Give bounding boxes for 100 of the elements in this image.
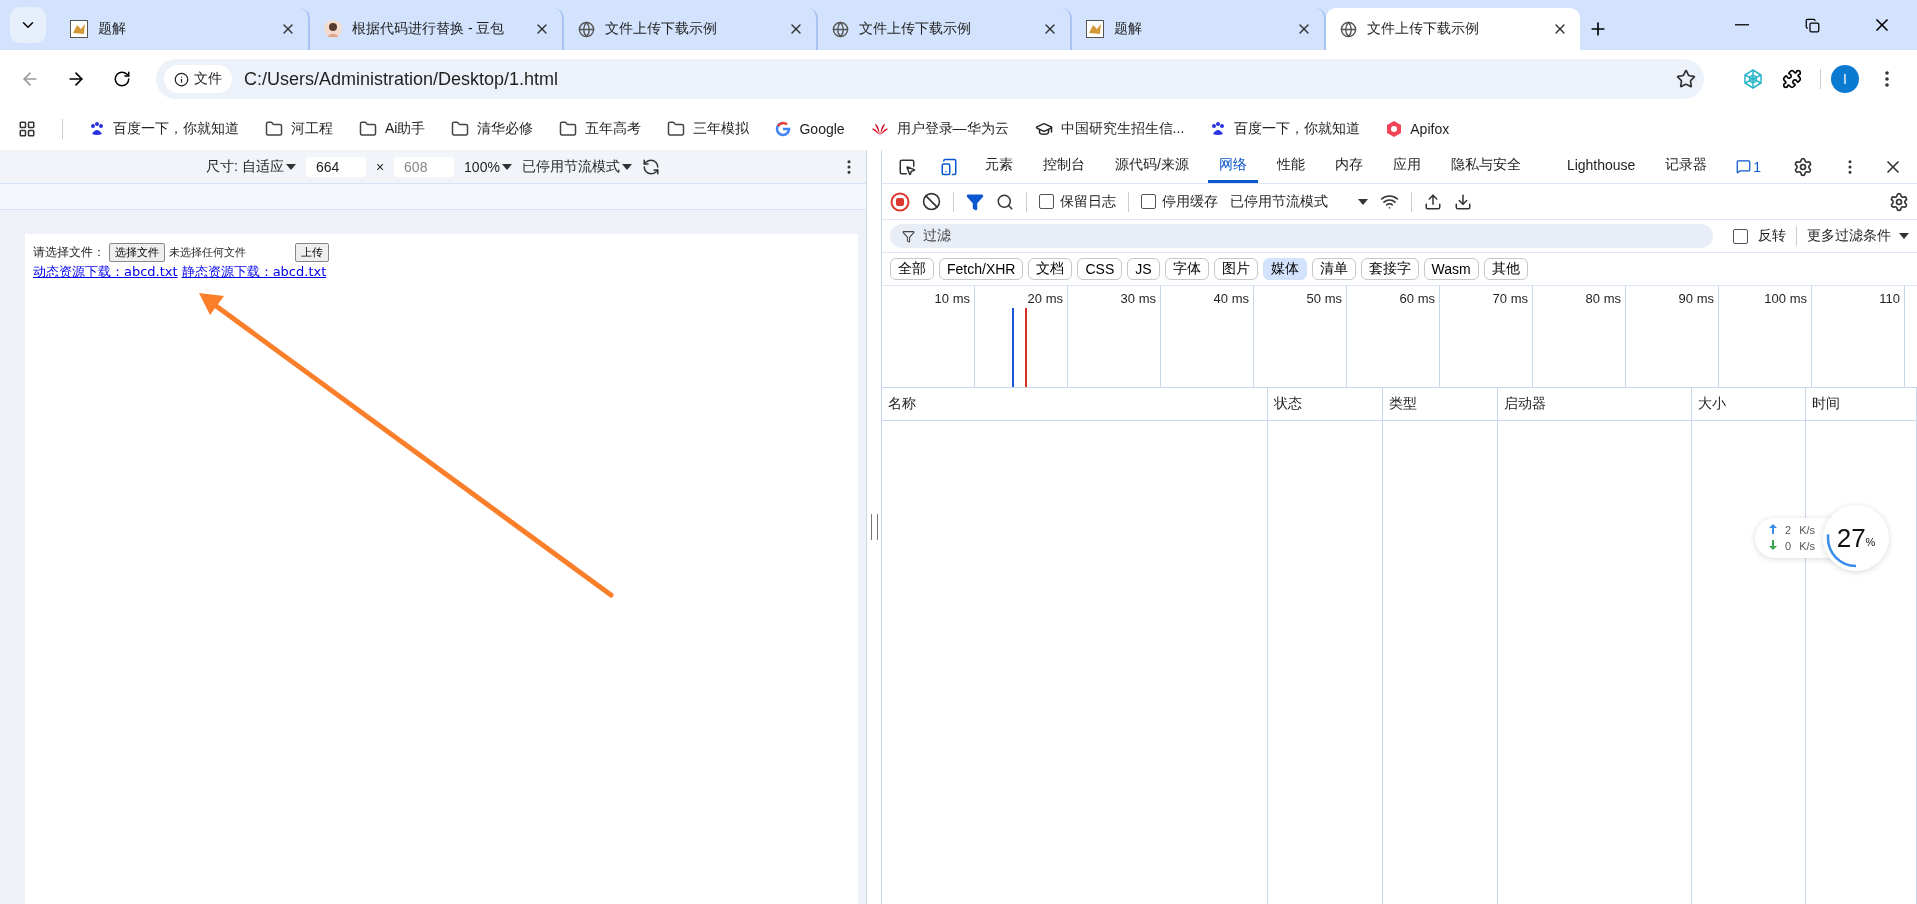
type-filter-chip[interactable]: Wasm <box>1423 258 1479 280</box>
device-toggle-icon[interactable] <box>940 157 958 176</box>
browser-tab[interactable]: 文件上传下载示例 <box>1326 8 1580 50</box>
column-header[interactable]: 状态 <box>1268 388 1383 421</box>
down-arrow-icon <box>1769 540 1777 550</box>
bookmark[interactable]: 百度一下，你就知道 <box>89 120 239 138</box>
column-header[interactable]: 名称 <box>882 388 1268 421</box>
panel-tab[interactable]: 隐私与安全 <box>1439 150 1532 183</box>
profile-avatar[interactable]: I <box>1831 65 1859 93</box>
upload-button[interactable]: 上传 <box>295 242 329 262</box>
puzzle-icon <box>1782 69 1802 89</box>
bookmark[interactable]: 三年模拟 <box>667 120 750 138</box>
tick-label: 20 ms <box>1027 291 1063 306</box>
issues-button[interactable]: 1 <box>1736 158 1761 175</box>
more-filters-dropdown[interactable]: 更多过滤条件 <box>1807 227 1909 245</box>
apps-grid-icon[interactable] <box>18 120 36 138</box>
type-filter-chip[interactable]: CSS <box>1077 258 1123 280</box>
clear-icon[interactable] <box>922 192 941 211</box>
type-filter-chip[interactable]: 图片 <box>1213 258 1258 280</box>
globe-icon <box>1340 20 1357 38</box>
filter-field[interactable]: 过滤 <box>890 224 1713 248</box>
paw-icon <box>1210 121 1227 137</box>
bookmark[interactable]: Ai助手 <box>359 120 426 138</box>
restore-icon <box>1804 17 1820 33</box>
download-link[interactable]: 静态资源下载：abcd.txt <box>181 263 327 281</box>
browser-tab[interactable]: 文件上传下载示例 <box>564 8 818 50</box>
panel-tab[interactable]: 控制台 <box>1032 150 1096 183</box>
speed-unit: K/s <box>1799 540 1816 552</box>
panel-tab[interactable]: 元素 <box>974 150 1024 183</box>
type-filter-chip[interactable]: Fetch/XHR <box>939 258 1024 280</box>
tick-label: 40 ms <box>1213 291 1249 306</box>
column-header[interactable]: 时间 <box>1806 388 1917 421</box>
folder-icon <box>451 120 470 138</box>
settings-icon[interactable] <box>1889 191 1909 212</box>
globe-icon <box>578 20 595 38</box>
type-filter-chip[interactable]: 全部 <box>890 258 934 280</box>
throttle-dropdown[interactable]: 已停用节流模式 <box>521 157 632 176</box>
type-filter-chip[interactable]: 套接字 <box>1360 258 1419 280</box>
panel-tab[interactable]: 应用 <box>1381 150 1432 183</box>
type-filter-chip[interactable]: 媒体 <box>1262 258 1307 280</box>
settings-icon[interactable] <box>1793 156 1813 177</box>
upload-icon[interactable] <box>1424 192 1442 211</box>
tick-label: 70 ms <box>1492 291 1528 306</box>
bookmark[interactable]: Apifox <box>1386 121 1450 137</box>
type-filter-chip[interactable]: 其他 <box>1483 258 1528 280</box>
choose-file-button[interactable]: 选择文件 <box>109 242 165 262</box>
inspect-icon[interactable] <box>898 157 916 176</box>
type-filter-chip[interactable]: 字体 <box>1164 258 1209 280</box>
star-icon[interactable] <box>1676 69 1696 89</box>
resize-handle[interactable] <box>866 150 881 904</box>
bookmark[interactable]: 五年高考 <box>559 120 642 138</box>
browser-tab[interactable]: 文件上传下载示例 <box>818 8 1072 50</box>
checkbox[interactable] <box>1039 194 1054 209</box>
type-filter-chip[interactable]: JS <box>1127 258 1160 280</box>
menu-icon <box>1885 71 1889 87</box>
filter-icon[interactable] <box>966 192 984 211</box>
bookmark[interactable]: 百度一下，你就知道 <box>1210 120 1361 138</box>
stop-recording-icon[interactable] <box>890 191 910 212</box>
bookmark[interactable]: 河工程 <box>265 120 333 138</box>
no-file-text: 未选择任何文件 <box>169 244 247 260</box>
reload-icon <box>113 70 131 88</box>
checkbox-label: 停用缓存 <box>1162 192 1218 211</box>
download-icon[interactable] <box>1454 192 1472 211</box>
browser-tab[interactable]: 题解 <box>56 8 310 50</box>
checkbox[interactable] <box>1733 228 1748 244</box>
column-header[interactable]: 大小 <box>1692 388 1806 421</box>
search-icon[interactable] <box>996 192 1014 211</box>
panel-tab[interactable]: 性能 <box>1265 150 1316 183</box>
size-dropdown[interactable]: 尺寸: 自适应 <box>206 157 296 176</box>
panel-tab[interactable]: 记录器 <box>1654 150 1719 183</box>
checkbox[interactable] <box>1141 194 1156 209</box>
checkbox-label: 保留日志 <box>1060 192 1116 211</box>
height-field[interactable]: 608 <box>394 156 455 177</box>
panel-tab[interactable]: 网络 <box>1207 150 1258 183</box>
filter-placeholder: 过滤 <box>923 227 951 245</box>
type-filter-chip[interactable]: 清单 <box>1311 258 1356 280</box>
bookmark[interactable]: Google <box>775 121 845 137</box>
address-bar[interactable]: 文件 C:/Users/Administration/Desktop/1.html <box>156 59 1704 99</box>
tick-label: 60 ms <box>1399 291 1435 306</box>
tick-label: 30 ms <box>1120 291 1156 306</box>
panel-tab[interactable]: 源代码/来源 <box>1104 150 1200 183</box>
type-filter-chip[interactable]: 文档 <box>1028 258 1073 280</box>
panel-tab[interactable]: 内存 <box>1323 150 1374 183</box>
bookmark[interactable]: 清华必修 <box>451 120 534 138</box>
zoom-dropdown[interactable]: 100% <box>464 158 512 175</box>
bookmark[interactable]: 中国研究生招生信... <box>1034 120 1185 138</box>
column-header[interactable]: 类型 <box>1383 388 1498 421</box>
message-icon <box>1736 159 1752 174</box>
download-link[interactable]: 动态资源下载：abcd.txt <box>33 263 178 281</box>
tick-label: 10 ms <box>934 291 970 306</box>
tick-label: 100 ms <box>1764 291 1807 306</box>
site-info-chip[interactable]: 文件 <box>164 65 232 93</box>
column-header[interactable]: 启动器 <box>1498 388 1692 421</box>
rotate-icon[interactable] <box>641 157 660 176</box>
wifi-settings-icon[interactable] <box>1380 192 1399 211</box>
width-field[interactable]: 664 <box>305 156 366 177</box>
browser-tab[interactable]: 根据代码进行替换 - 豆包 <box>310 8 564 50</box>
bookmark[interactable]: 用户登录—华为云 <box>870 120 1009 138</box>
panel-tab[interactable]: Lighthouse <box>1555 150 1647 183</box>
throttle-dropdown[interactable]: 已停用节流模式 <box>1230 192 1368 211</box>
